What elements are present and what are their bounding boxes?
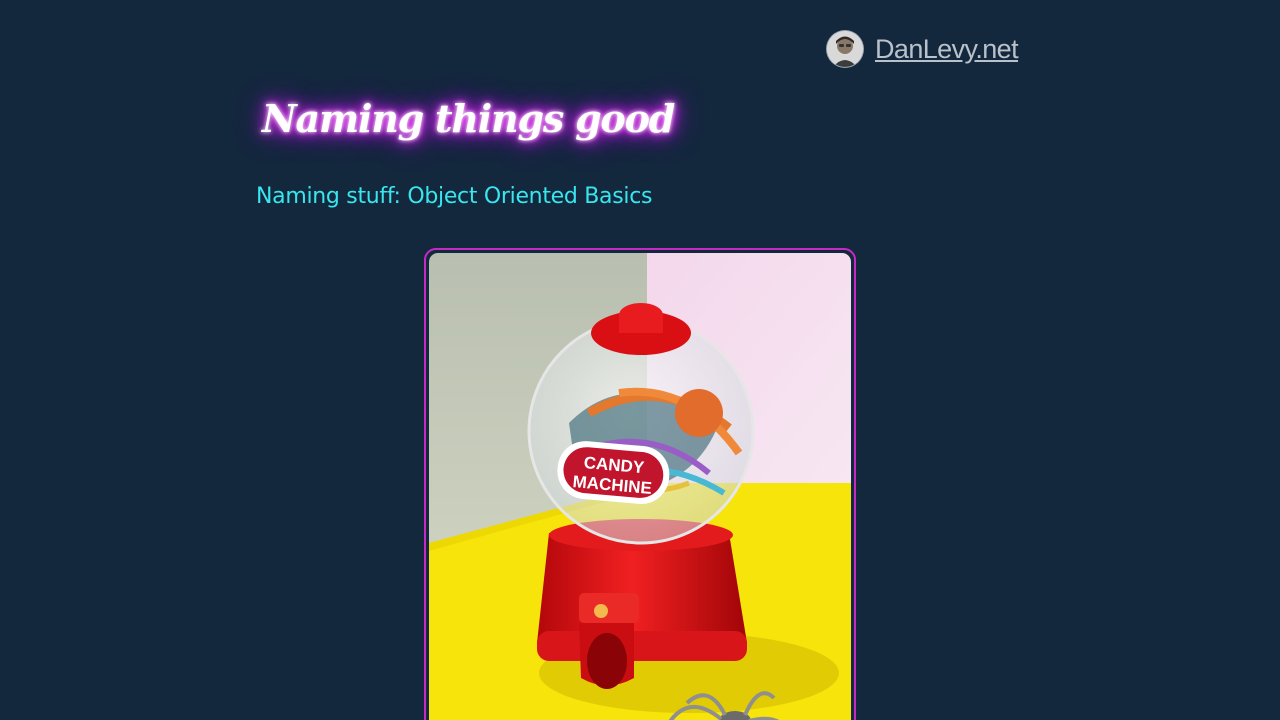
site-header: DanLevy.net xyxy=(827,31,1019,67)
post-title: Naming things good xyxy=(262,96,675,141)
site-home-link[interactable]: DanLevy.net xyxy=(875,34,1019,65)
author-avatar-icon[interactable] xyxy=(827,31,863,67)
hero-image[interactable]: CANDY MACHINE xyxy=(429,253,851,720)
hero-image-frame: CANDY MACHINE xyxy=(424,248,856,720)
post-subtitle: Naming stuff: Object Oriented Basics xyxy=(256,184,653,209)
